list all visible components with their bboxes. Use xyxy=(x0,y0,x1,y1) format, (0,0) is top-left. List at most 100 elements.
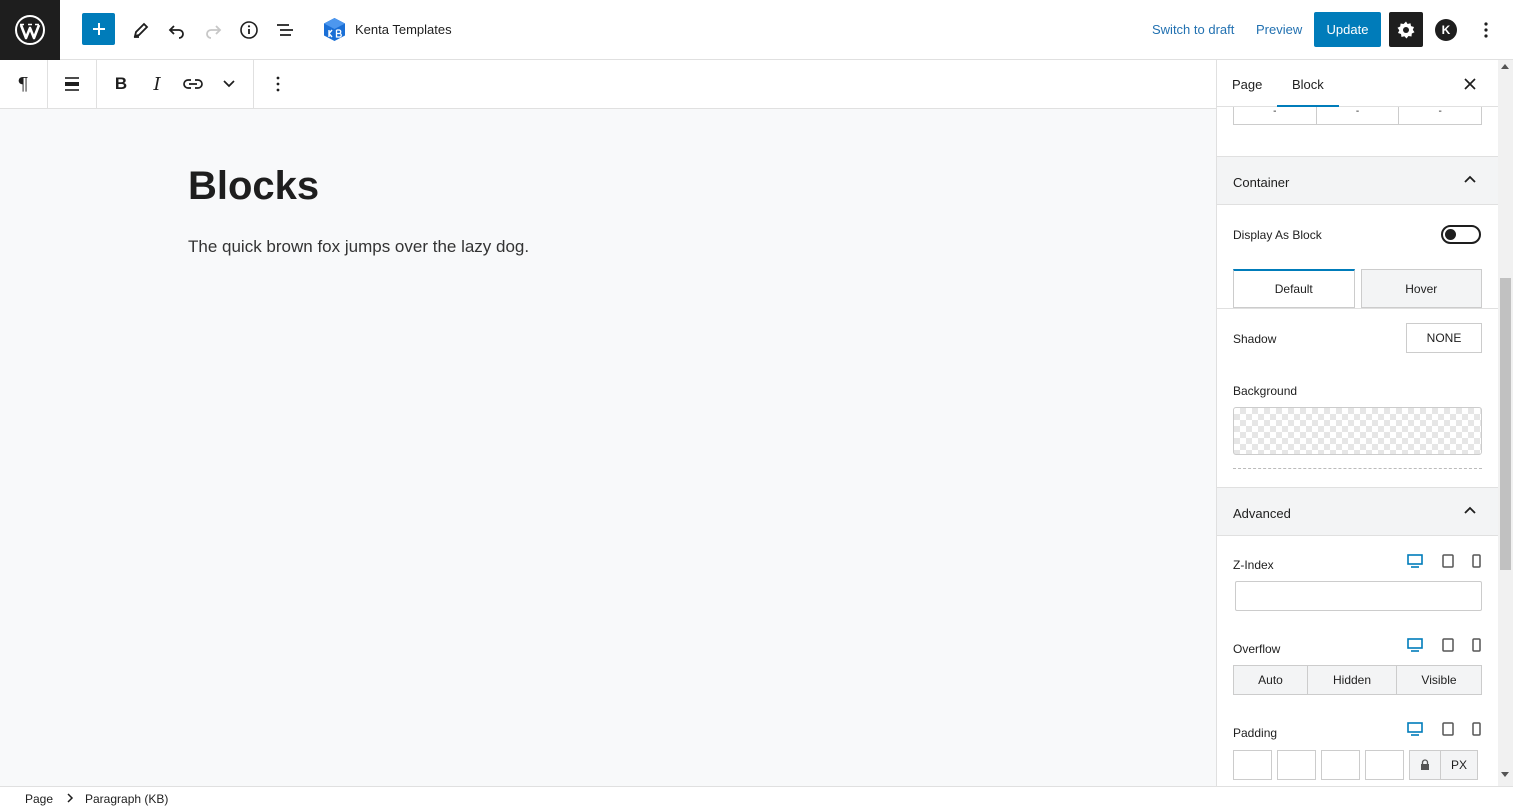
padding-device-switcher xyxy=(1405,722,1483,738)
paragraph-block[interactable]: The quick brown fox jumps over the lazy … xyxy=(188,237,529,257)
breadcrumb-paragraph[interactable]: Paragraph (KB) xyxy=(85,792,168,806)
mobile-icon[interactable] xyxy=(1472,722,1481,736)
container-panel-toggle[interactable]: Container xyxy=(1217,156,1498,205)
state-tabs: Default Hover xyxy=(1233,269,1482,308)
pilcrow-icon[interactable]: ¶ xyxy=(11,72,35,96)
add-block-button[interactable] xyxy=(82,13,115,45)
padding-unit-select[interactable]: PX xyxy=(1440,750,1478,780)
segment-option[interactable]: - xyxy=(1399,107,1481,124)
z-index-label: Z-Index xyxy=(1233,558,1274,572)
sidebar-tabs: Page Block xyxy=(1217,60,1498,107)
padding-left-input[interactable] xyxy=(1365,750,1404,780)
scroll-up-arrow[interactable] xyxy=(1501,64,1509,69)
tools-button[interactable] xyxy=(124,13,158,47)
z-index-device-switcher xyxy=(1405,554,1483,570)
align-group xyxy=(48,60,97,108)
chevron-up-icon xyxy=(1464,175,1476,183)
tablet-icon[interactable] xyxy=(1442,722,1454,736)
background-label: Background xyxy=(1233,384,1298,398)
options-menu-button[interactable] xyxy=(1476,18,1496,42)
sidebar-scrollbar[interactable] xyxy=(1498,60,1513,786)
overflow-segmented-control: Auto Hidden Visible xyxy=(1233,665,1482,695)
block-options-button[interactable] xyxy=(266,72,290,96)
preview-button[interactable]: Preview xyxy=(1256,22,1302,37)
editor-header: Kenta Templates Switch to draft Preview … xyxy=(0,0,1513,60)
tab-hover[interactable]: Hover xyxy=(1360,269,1482,308)
tab-block[interactable]: Block xyxy=(1292,77,1324,92)
padding-top-input[interactable] xyxy=(1233,750,1272,780)
wordpress-icon xyxy=(15,15,45,45)
breadcrumb-page[interactable]: Page xyxy=(25,792,53,806)
undo-icon xyxy=(168,25,184,39)
close-sidebar-button[interactable] xyxy=(1460,74,1480,94)
background-color-picker[interactable] xyxy=(1233,407,1482,455)
kadence-avatar-button[interactable]: K xyxy=(1435,19,1457,41)
advanced-panel-toggle[interactable]: Advanced xyxy=(1217,487,1498,536)
bold-button[interactable]: B xyxy=(109,72,133,96)
tab-page[interactable]: Page xyxy=(1232,77,1262,92)
more-vertical-icon xyxy=(1484,22,1488,38)
wordpress-logo-button[interactable] xyxy=(0,0,60,60)
padding-right-input[interactable] xyxy=(1277,750,1316,780)
padding-link-button[interactable] xyxy=(1409,750,1441,780)
display-as-block-label: Display As Block xyxy=(1233,228,1322,242)
chevron-up-icon xyxy=(1464,506,1476,514)
container-panel-title: Container xyxy=(1233,175,1290,190)
more-formats-button[interactable] xyxy=(217,72,241,96)
format-group: B I xyxy=(97,60,254,108)
update-button[interactable]: Update xyxy=(1314,12,1381,47)
overflow-auto-button[interactable]: Auto xyxy=(1234,666,1308,694)
align-button[interactable] xyxy=(60,72,84,96)
advanced-panel-title: Advanced xyxy=(1233,506,1291,521)
kenta-templates-label: Kenta Templates xyxy=(355,22,452,37)
divider xyxy=(1233,468,1482,469)
settings-sidebar: Page Block - - - Container Display As Bl… xyxy=(1216,60,1498,786)
z-index-input[interactable] xyxy=(1235,581,1482,611)
scroll-down-arrow[interactable] xyxy=(1501,772,1509,777)
lock-icon xyxy=(1421,759,1429,770)
desktop-icon[interactable] xyxy=(1407,722,1423,736)
list-view-icon xyxy=(277,24,293,36)
undo-button[interactable] xyxy=(160,13,194,47)
segment-option[interactable]: - xyxy=(1234,107,1317,124)
padding-label: Padding xyxy=(1233,726,1278,740)
overflow-visible-button[interactable]: Visible xyxy=(1397,666,1481,694)
link-icon xyxy=(183,79,203,89)
segment-option[interactable]: - xyxy=(1317,107,1400,124)
list-view-button[interactable] xyxy=(268,13,302,47)
pencil-icon xyxy=(133,22,149,38)
chevron-down-icon xyxy=(223,80,235,88)
scroll-thumb[interactable] xyxy=(1500,278,1511,570)
shadow-label: Shadow xyxy=(1233,332,1277,346)
page-title[interactable]: Blocks xyxy=(188,164,319,209)
italic-button[interactable]: I xyxy=(145,72,169,96)
switch-to-draft-button[interactable]: Switch to draft xyxy=(1152,22,1234,37)
divider xyxy=(1217,308,1498,309)
mobile-icon[interactable] xyxy=(1472,554,1481,568)
display-as-block-toggle[interactable] xyxy=(1441,225,1481,244)
editor-canvas[interactable]: Blocks The quick brown fox jumps over th… xyxy=(0,109,1216,786)
shadow-none-button[interactable]: NONE xyxy=(1406,323,1482,353)
chevron-right-icon xyxy=(66,793,74,806)
overflow-device-switcher xyxy=(1405,638,1483,654)
link-button[interactable] xyxy=(181,72,205,96)
redo-button[interactable] xyxy=(196,13,230,47)
tablet-icon[interactable] xyxy=(1442,638,1454,652)
gear-icon xyxy=(1397,21,1415,38)
padding-bottom-input[interactable] xyxy=(1321,750,1360,780)
details-button[interactable] xyxy=(232,13,266,47)
desktop-icon[interactable] xyxy=(1407,554,1423,568)
align-icon xyxy=(65,77,79,91)
more-vertical-icon xyxy=(276,76,280,92)
tab-default[interactable]: Default xyxy=(1233,269,1355,308)
desktop-icon[interactable] xyxy=(1407,638,1423,652)
block-type-group: ¶ xyxy=(0,60,48,108)
padding-inputs: PX xyxy=(1233,750,1482,780)
kenta-templates-button[interactable]: Kenta Templates xyxy=(322,17,452,42)
overflow-hidden-button[interactable]: Hidden xyxy=(1308,666,1397,694)
info-icon xyxy=(240,21,258,39)
tablet-icon[interactable] xyxy=(1442,554,1454,568)
mobile-icon[interactable] xyxy=(1472,638,1481,652)
block-breadcrumb: Page Paragraph (KB) xyxy=(0,786,1513,809)
settings-button[interactable] xyxy=(1389,12,1423,47)
